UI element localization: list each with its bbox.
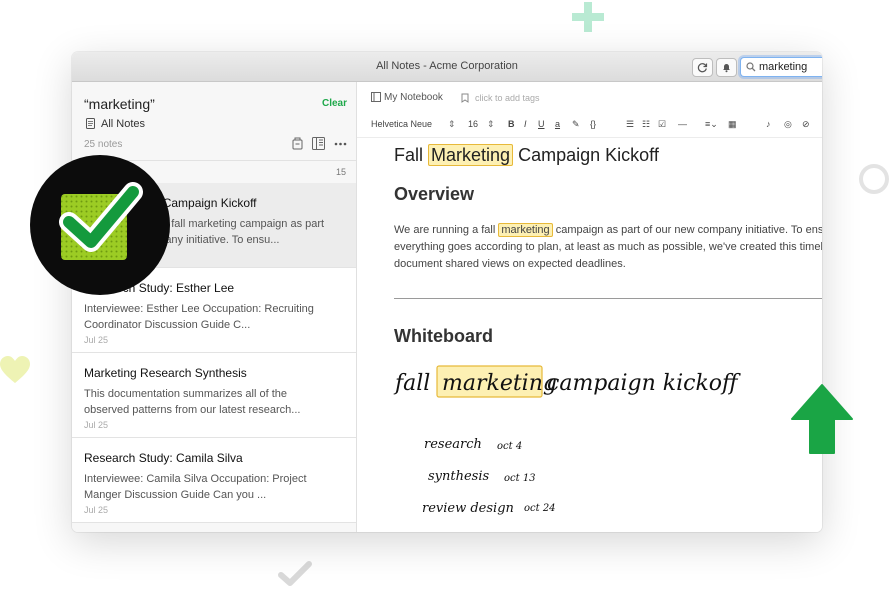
sync-button[interactable] [692,58,713,77]
font-family-select[interactable]: Helvetica Neue [371,117,432,131]
note-snippet: Interviewee: Esther Lee Occupation: Recr… [84,303,314,331]
table-icon[interactable]: ▦ [728,117,737,131]
whiteboard-text: marketing [442,371,557,396]
attachment-icon[interactable]: ⊘ [802,117,810,131]
search-highlight: marketing [498,223,553,237]
whiteboard-text: fall [393,371,430,396]
app-window: All Notes - Acme Corporation “marketing”… [72,52,822,532]
more-options-icon[interactable] [334,142,347,146]
note-title: Marketing Research Synthesis [84,366,247,380]
sync-icon [697,63,708,73]
note-editor: My Notebook click to add tags Helvetica … [357,82,822,532]
whiteboard-sketch: fall marketing campaign kickoff research… [393,365,741,516]
notes-scope[interactable]: All Notes [86,118,145,130]
search-query-title: “marketing” [84,96,155,112]
heart-icon [0,356,30,383]
title-text: Campaign Kickoff [518,145,659,165]
save-search-icon[interactable] [292,137,303,150]
note-list-panel: “marketing” Clear All Notes 25 notes 15 … [72,82,357,532]
search-box[interactable] [740,57,822,77]
numbered-list-icon[interactable]: ☷ [642,117,650,131]
bold-icon[interactable]: B [508,117,515,131]
font-size-select[interactable]: 16 [468,117,478,131]
align-icon[interactable]: ≡⌄ [705,117,718,131]
notifications-button[interactable] [716,58,737,77]
body-text: We are running a fall [394,224,496,236]
whiteboard-task: synthesis [428,469,490,484]
plus-icon [572,2,604,32]
checkmark-badge-icon [30,155,170,295]
underline-icon[interactable]: U [538,117,545,131]
scope-label: All Notes [101,118,146,130]
search-icon [746,62,756,72]
whiteboard-text: campaign kickoff [547,371,741,396]
overview-heading: Overview [394,184,475,204]
tags-placeholder: click to add tags [475,93,540,103]
note-title: Research Study: Camila Silva [84,451,243,465]
font-family-value: Helvetica Neue [371,119,433,129]
whiteboard-date: oct 24 [524,503,556,514]
note-list-item[interactable]: Research Study: Camila Silva Interviewee… [72,438,356,523]
note-snippet: Interviewee: Camila Silva Occupation: Pr… [84,473,307,501]
whiteboard-task: review design [422,501,514,516]
horizontal-rule [394,298,822,299]
toolbar-divider [357,137,822,138]
formatting-toolbar: Helvetica Neue ⇕ 16 ⇕ B I U a ✎ {} ☰ ☷ ☑… [371,117,822,133]
arrow-up-icon [791,384,853,454]
note-date: Jul 25 [84,505,109,515]
horizontal-rule-icon[interactable]: — [678,117,687,131]
view-options-icon[interactable] [312,137,325,150]
checklist-icon[interactable]: ☑ [658,117,666,131]
title-bar: All Notes - Acme Corporation [72,52,822,82]
whiteboard-date: oct 4 [497,441,522,452]
checkmark-icon [278,561,312,586]
note-date: Jul 25 [84,420,109,430]
note-list-item[interactable]: Marketing Research Synthesis This docume… [72,353,356,438]
note-date: Jul 25 [84,335,109,345]
search-input[interactable] [759,60,821,73]
text-color-icon[interactable]: a [555,117,560,131]
note-body[interactable]: We are running a fall marketing campaign… [394,222,822,273]
note-title-heading[interactable]: Fall Marketing Campaign Kickoff [394,144,659,166]
note-snippet: This documentation summarizes all of the… [84,388,301,416]
notes-icon [86,118,95,129]
italic-icon[interactable]: I [524,117,527,131]
microphone-icon[interactable]: ♪ [766,117,771,131]
whiteboard-date: oct 13 [504,473,536,484]
search-highlight: Marketing [428,144,514,166]
clear-search-button[interactable]: Clear [322,98,347,109]
note-count: 25 notes [84,139,123,150]
tag-icon [461,93,469,103]
chevron-updown-icon: ⇕ [448,119,456,129]
title-text: Fall [394,145,424,165]
chevron-updown-icon: ⇕ [487,119,495,129]
bulleted-list-icon[interactable]: ☰ [626,117,634,131]
ring-icon [859,164,889,194]
notebook-name: My Notebook [384,92,443,103]
tags-field[interactable]: click to add tags [461,93,540,103]
highlight-icon[interactable]: ✎ [572,117,580,131]
camera-icon[interactable]: ◎ [784,117,792,131]
whiteboard-heading: Whiteboard [394,326,493,346]
list-header-count: 15 [335,167,346,177]
code-block-icon[interactable]: {} [590,117,596,131]
notebook-selector[interactable]: My Notebook [371,92,443,103]
font-size-value: 16 [468,119,479,129]
whiteboard-task: research [424,437,482,452]
bell-icon [723,64,730,73]
notebook-icon [371,92,381,102]
